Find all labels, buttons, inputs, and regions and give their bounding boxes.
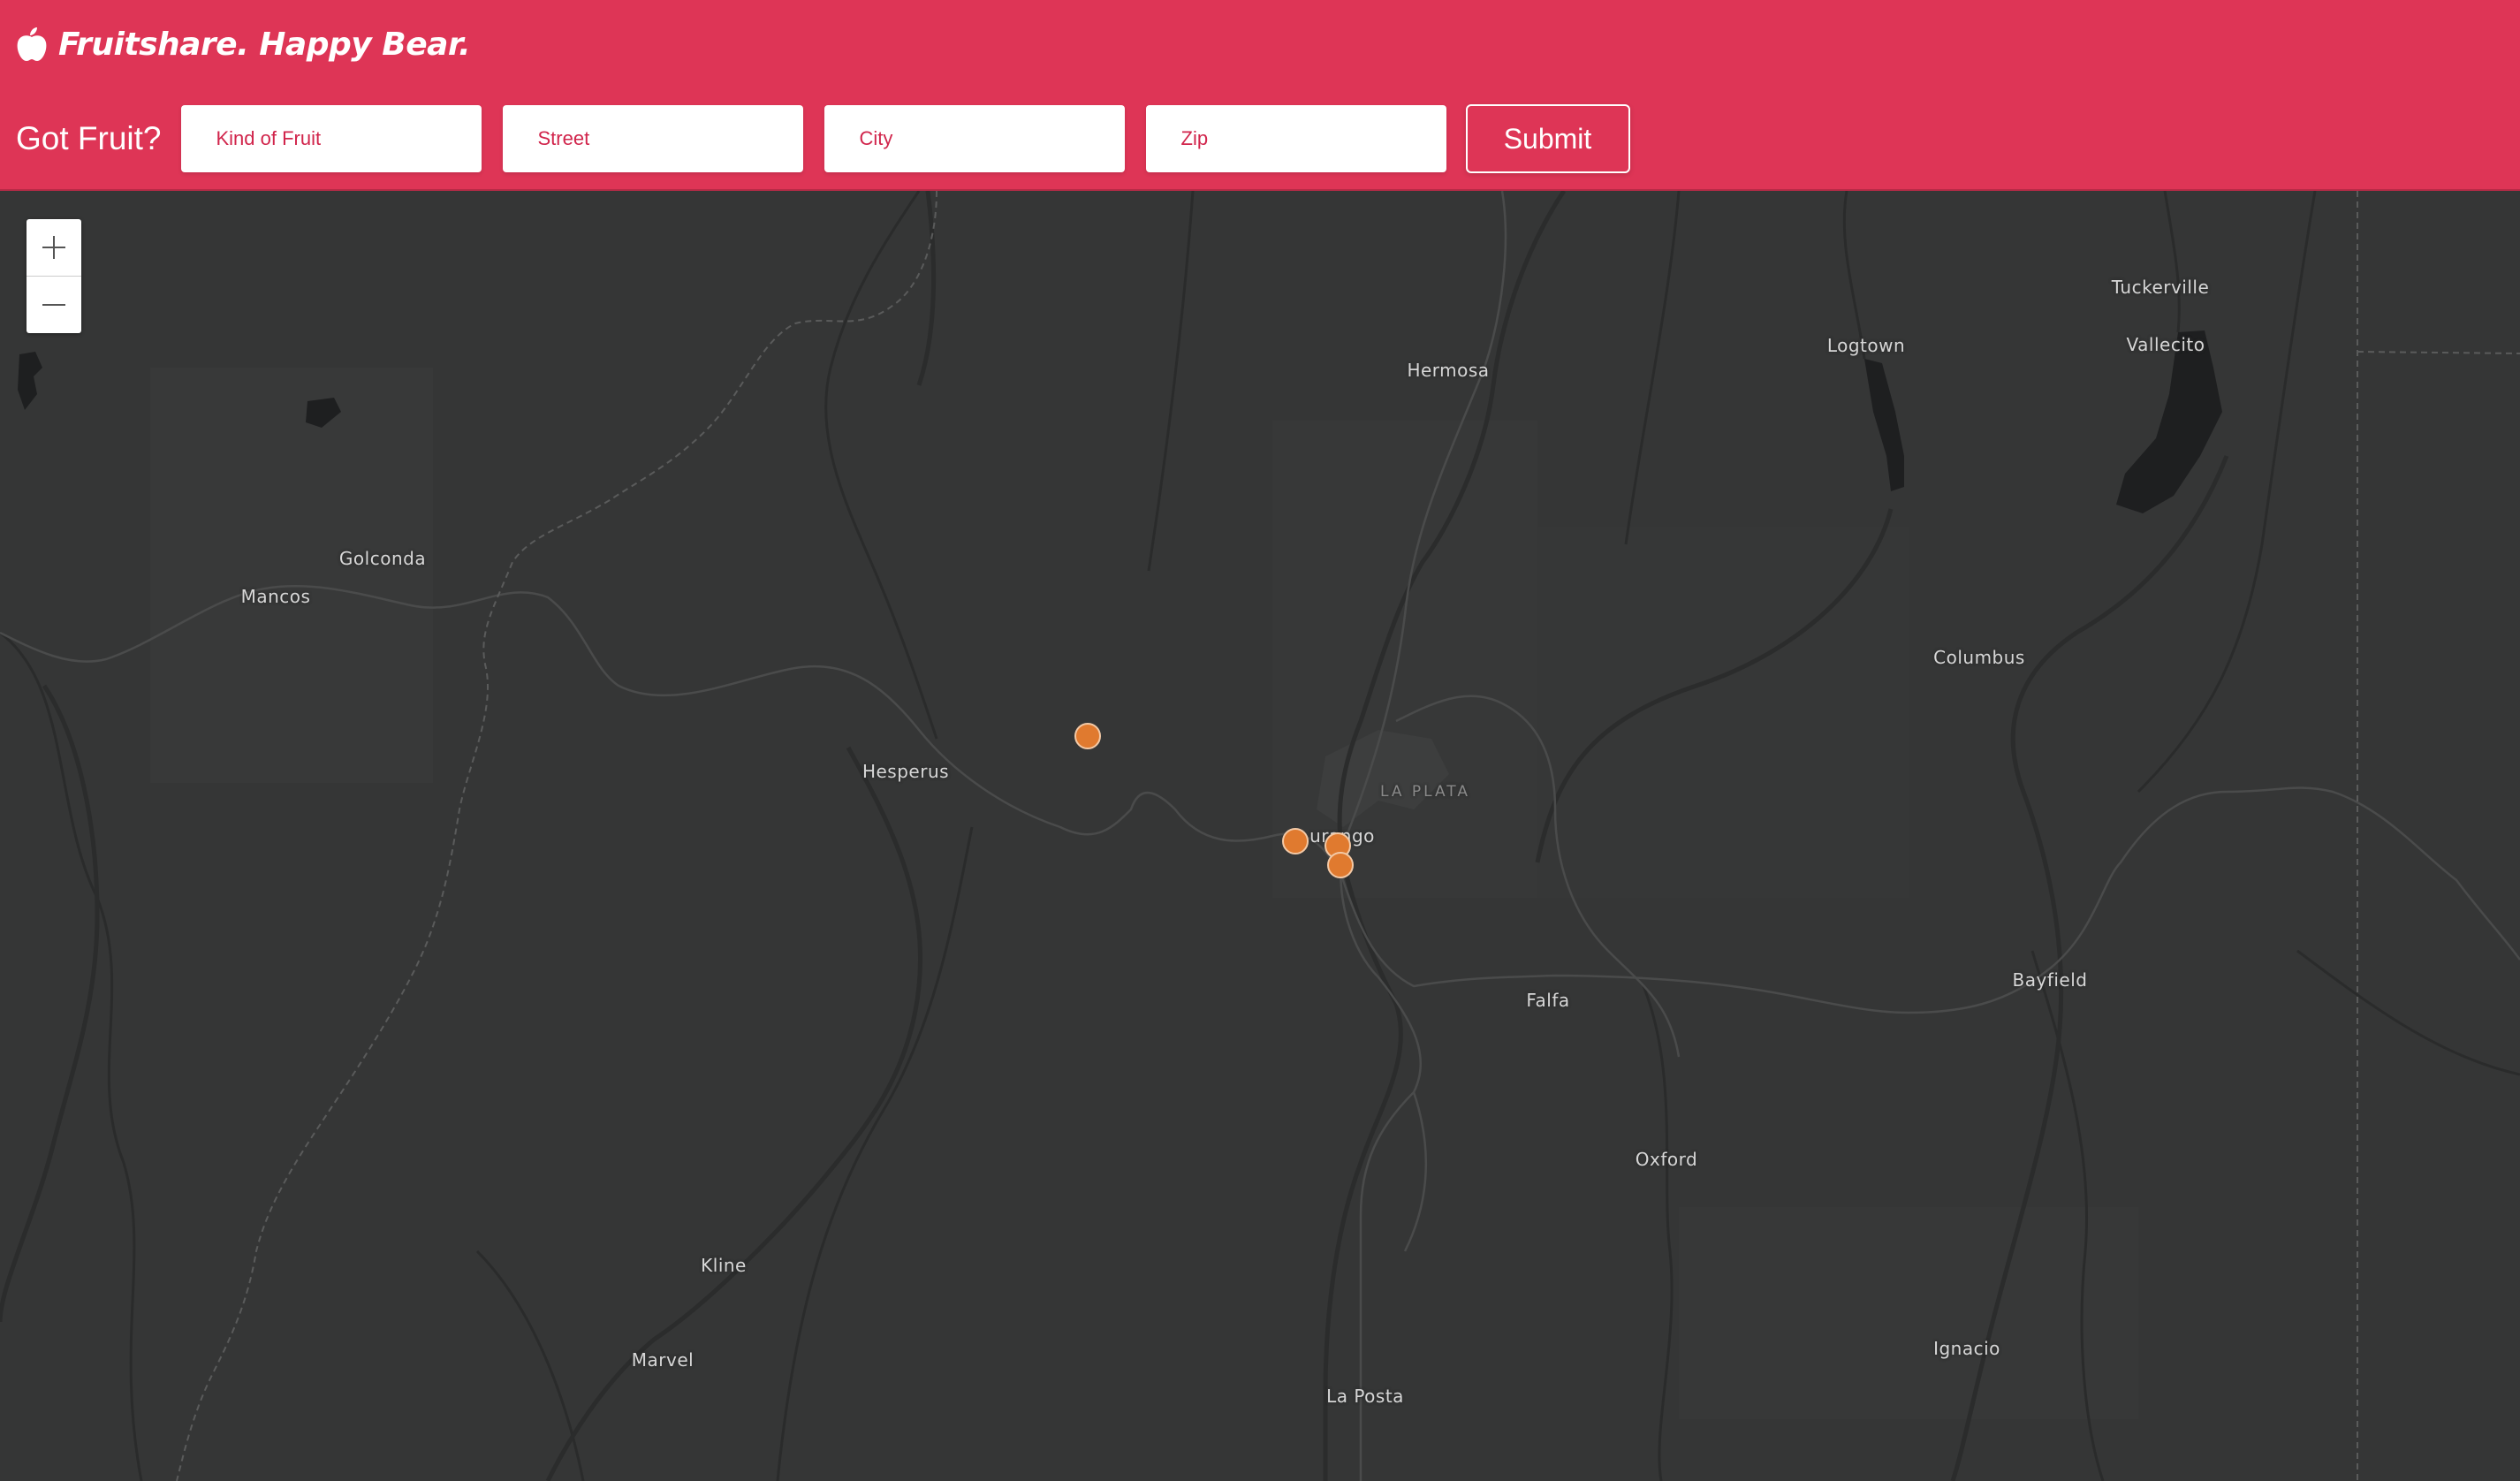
place-label-columbus: Columbus (1933, 647, 2025, 668)
brand-title: Fruitshare. Happy Bear. (58, 26, 471, 63)
city-input[interactable] (824, 105, 1125, 172)
place-label-golconda: Golconda (338, 548, 427, 569)
form-prompt: Got Fruit? (16, 120, 162, 156)
map-canvas[interactable]: Tuckerville Vallecito Logtown Hermosa Go… (0, 191, 2520, 1481)
header-bar: Fruitshare. Happy Bear. Got Fruit? Submi… (0, 0, 2520, 191)
place-label-kline: Kline (701, 1255, 747, 1276)
fruit-marker[interactable] (1327, 852, 1354, 878)
place-label-logtown: Logtown (1826, 335, 1906, 356)
zoom-in-button[interactable] (27, 219, 81, 276)
zoom-control (27, 219, 81, 333)
place-label-hermosa: Hermosa (1407, 360, 1490, 381)
submit-button[interactable]: Submit (1465, 104, 1630, 173)
place-label-bayfield: Bayfield (2012, 969, 2088, 991)
fruit-marker[interactable] (1282, 828, 1309, 854)
place-label-marvel: Marvel (631, 1349, 695, 1371)
place-label-la-posta: La Posta (1326, 1386, 1404, 1407)
street-input[interactable] (502, 105, 803, 172)
place-label-oxford: Oxford (1635, 1149, 1698, 1170)
place-label-ignacio: Ignacio (1933, 1338, 2000, 1359)
place-label-vallecito: Vallecito (2126, 334, 2205, 355)
place-label-mancos: Mancos (240, 586, 311, 607)
brand[interactable]: Fruitshare. Happy Bear. (16, 23, 471, 65)
fruit-marker[interactable] (1074, 723, 1101, 749)
basemap (0, 191, 2520, 1481)
place-label-tuckerville: Tuckerville (2111, 277, 2210, 298)
zip-input[interactable] (1145, 105, 1446, 172)
fruit-kind-input[interactable] (180, 105, 482, 172)
zoom-out-button[interactable] (27, 276, 81, 333)
apple-icon (17, 27, 47, 61)
place-label-la-plata: LA PLATA (1379, 783, 1471, 801)
place-label-hesperus: Hesperus (862, 761, 950, 782)
app: Fruitshare. Happy Bear. Got Fruit? Submi… (0, 0, 2520, 1481)
minus-icon (42, 304, 65, 306)
fruit-form: Got Fruit? Submit (16, 104, 1630, 173)
place-label-falfa: Falfa (1526, 990, 1570, 1011)
plus-icon (42, 236, 65, 259)
